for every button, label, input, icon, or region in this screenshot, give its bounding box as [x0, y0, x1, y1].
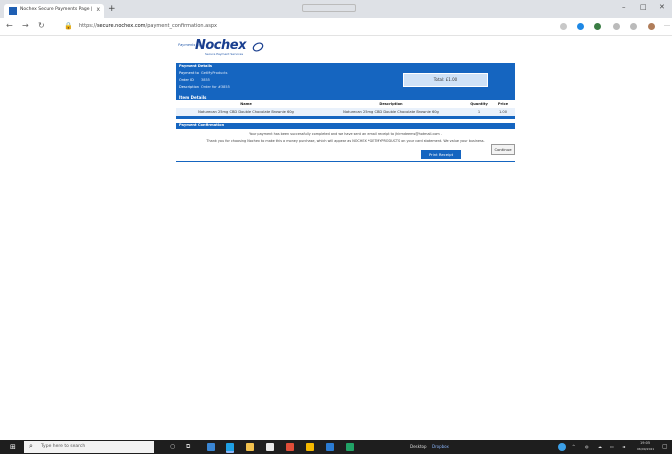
chrome-icon[interactable]	[286, 443, 294, 451]
clock-date[interactable]: 06/09/2021	[637, 447, 654, 451]
sticky-notes-icon[interactable]	[306, 443, 314, 451]
excel-icon[interactable]	[346, 443, 354, 451]
close-window-icon[interactable]: ✕	[659, 3, 665, 11]
cell-quantity: 1	[477, 110, 481, 114]
tray-chevron-icon[interactable]: ^	[572, 444, 575, 449]
weather-icon[interactable]	[558, 443, 566, 451]
nochex-favicon-icon	[9, 7, 17, 15]
clock-time[interactable]: 19:05	[640, 441, 650, 445]
cell-description: Naturecan 25mg CBD Double Chocolate Brow…	[343, 110, 439, 114]
items-table: Name Description Quantity Price Natureca…	[176, 100, 515, 116]
extension-icon[interactable]	[577, 23, 584, 30]
total-amount-box: Total: £1.00	[403, 73, 488, 87]
browser-tab[interactable]: Nochex Secure Payments Page | x	[4, 4, 104, 18]
windows-taskbar: ⊞ ⌕ Type here to search ○ ⧉ Desktop Drop…	[0, 440, 672, 454]
lock-icon[interactable]: 🔒	[64, 22, 73, 30]
cell-name: Naturecan 25mg CBD Double Chocolate Brow…	[198, 110, 294, 114]
print-receipt-button[interactable]: Print Receipt	[421, 150, 461, 159]
detail-label: Order ID	[179, 78, 194, 82]
reader-icon[interactable]	[560, 23, 567, 30]
store-icon[interactable]	[266, 443, 274, 451]
favorites-icon[interactable]	[613, 23, 620, 30]
cloud-icon[interactable]: ☁	[598, 444, 602, 449]
notifications-icon[interactable]: ▢	[662, 443, 668, 450]
confirmation-message: Your payment has been successfully compl…	[249, 132, 442, 136]
url-domain: secure.nochex.com	[96, 23, 146, 29]
logo-brand: Nochex	[195, 38, 246, 53]
url-path: /payment_confirmation.aspx	[145, 23, 217, 29]
dropbox-label[interactable]: Dropbox	[432, 444, 449, 449]
taskbar-search-box[interactable]: ⌕ Type here to search	[24, 441, 154, 453]
nochex-logo: Payments By Nochex Secure Payment Servic…	[178, 38, 268, 59]
logo-swoosh-icon	[252, 42, 264, 52]
url-field[interactable]: https://secure.nochex.com/payment_confir…	[79, 23, 217, 29]
logo-tagline: Secure Payment Services	[205, 52, 244, 56]
detail-label: Description	[179, 85, 199, 89]
title-bar-indicator	[302, 4, 356, 12]
more-menu-icon[interactable]: …	[664, 21, 670, 28]
detail-row: Payment to GetMyProducts	[179, 71, 227, 75]
back-icon[interactable]: ←	[6, 21, 13, 30]
battery-icon[interactable]: ▭	[610, 444, 614, 449]
column-header-name: Name	[240, 102, 252, 106]
desktop-toolbar-label[interactable]: Desktop	[410, 444, 427, 449]
search-icon: ⌕	[29, 442, 33, 450]
cell-price: 1.00	[498, 110, 507, 114]
file-explorer-icon[interactable]	[246, 443, 254, 451]
detail-value: Order for #3855	[201, 85, 230, 89]
bottom-divider	[176, 161, 515, 162]
new-tab-button[interactable]: +	[108, 4, 116, 14]
payment-confirmation-header: Payment Confirmation	[179, 123, 225, 127]
refresh-icon[interactable]: ↻	[38, 21, 45, 30]
detail-value: GetMyProducts	[201, 71, 228, 75]
edge-browser-icon[interactable]	[226, 443, 234, 453]
payment-confirmation-bar: Payment Confirmation	[176, 123, 515, 129]
forward-icon[interactable]: →	[22, 21, 29, 30]
tab-title: Nochex Secure Payments Page |	[20, 7, 93, 12]
column-header-description: Description	[379, 102, 403, 106]
profile-avatar[interactable]	[648, 23, 655, 30]
column-header-price: Price	[497, 102, 509, 106]
taskbar-search-placeholder: Type here to search	[41, 444, 86, 449]
minimize-icon[interactable]: –	[622, 3, 626, 11]
word-icon[interactable]	[326, 443, 334, 451]
browser-tab-bar: Nochex Secure Payments Page | x + – □ ✕	[0, 0, 672, 18]
thank-you-message: Thank you for choosing Nochex to make th…	[206, 139, 485, 143]
column-header-quantity: Quantity	[470, 102, 488, 106]
detail-row: Description Order for #3855	[179, 85, 230, 89]
extension-icon-2[interactable]	[594, 23, 601, 30]
cortana-icon[interactable]: ○	[170, 443, 175, 450]
maximize-icon[interactable]: □	[640, 3, 647, 11]
continue-button[interactable]: Continue	[491, 144, 515, 155]
teams-icon[interactable]	[207, 443, 215, 451]
volume-icon[interactable]: ◄	[622, 444, 625, 449]
detail-row: Order ID 3855	[179, 78, 210, 82]
tab-close-icon[interactable]: x	[96, 6, 100, 13]
network-icon[interactable]: ◍	[585, 444, 589, 449]
detail-value: 3855	[201, 78, 210, 82]
task-view-icon[interactable]: ⧉	[186, 443, 190, 451]
windows-start-icon[interactable]: ⊞	[10, 444, 16, 451]
collections-icon[interactable]	[630, 23, 637, 30]
payment-details-header: Payment Details	[179, 64, 213, 68]
detail-label: Payment to	[179, 71, 199, 75]
url-prefix: https://	[79, 23, 97, 29]
address-bar-row: ← → ↻ 🔒 https://secure.nochex.com/paymen…	[0, 18, 672, 36]
